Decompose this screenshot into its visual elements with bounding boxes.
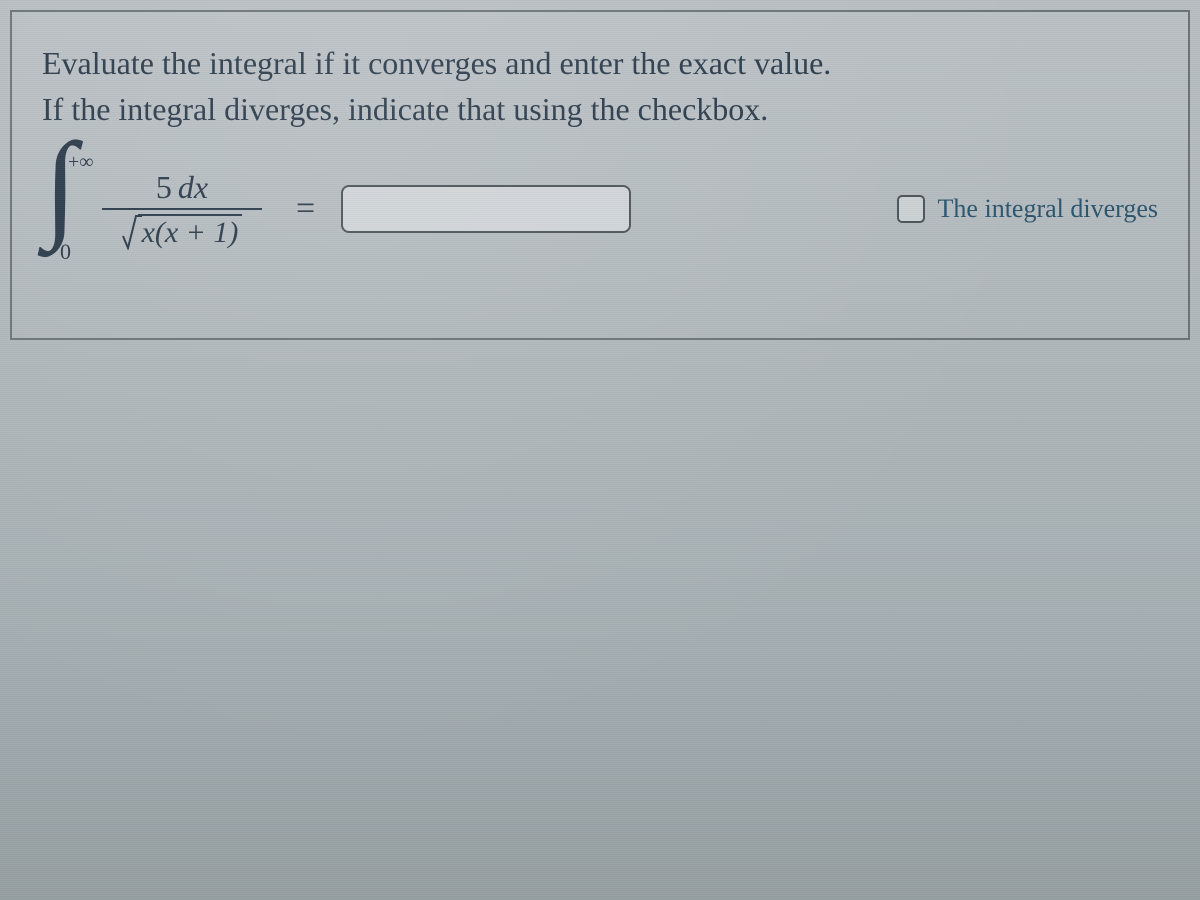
answer-input[interactable] — [341, 185, 631, 233]
numerator-coeff: 5 — [156, 169, 172, 205]
integrand-fraction: 5dx x(x + 1) — [102, 169, 262, 249]
integral-glyph-icon: ∫ — [44, 125, 77, 245]
lower-limit: 0 — [60, 239, 71, 265]
integral-row: ∫ +∞ 0 5dx x(x + 1) = — [42, 161, 1158, 257]
radicand: x(x + 1) — [138, 214, 243, 249]
instructions-line1: Evaluate the integral if it converges an… — [42, 45, 831, 81]
equals-sign: = — [296, 190, 315, 228]
numerator-dx: dx — [178, 169, 208, 205]
instructions-line2: If the integral diverges, indicate that … — [42, 86, 1158, 132]
diverges-group: The integral diverges — [893, 192, 1158, 226]
integral-sign: ∫ +∞ 0 — [42, 161, 88, 257]
upper-limit: +∞ — [68, 151, 94, 174]
instructions-text: Evaluate the integral if it converges an… — [42, 40, 1158, 133]
denominator: x(x + 1) — [122, 210, 243, 249]
sqrt-icon — [122, 214, 140, 248]
integral-expression: ∫ +∞ 0 5dx x(x + 1) — [42, 161, 270, 257]
diverges-label: The integral diverges — [938, 194, 1158, 224]
question-panel: Evaluate the integral if it converges an… — [10, 10, 1190, 340]
numerator: 5dx — [150, 169, 214, 208]
diverges-checkbox[interactable] — [897, 195, 925, 223]
